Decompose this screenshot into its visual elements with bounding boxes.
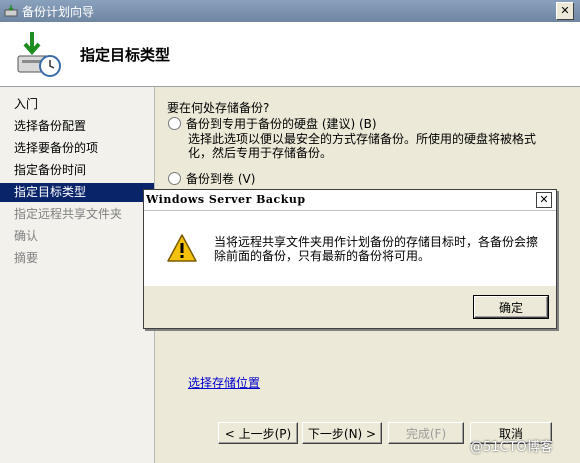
- dedicated-disk-option-label[interactable]: 备份到专用于备份的硬盘 (建议) (B): [186, 115, 377, 132]
- volume-radio[interactable]: [168, 172, 181, 185]
- sidebar-item-destination-type[interactable]: 指定目标类型: [0, 183, 154, 202]
- warning-dialog: Windows Server Backup ✕ 当将远程共享文件夹用作计划备份的…: [143, 189, 557, 329]
- ok-button[interactable]: 确定: [473, 295, 549, 319]
- dedicated-disk-description: 选择此选项以便以最安全的方式存储备份。所使用的硬盘将被格式化，然后专用于存储备份…: [188, 132, 537, 160]
- dedicated-disk-radio[interactable]: [168, 117, 181, 130]
- next-button[interactable]: 下一步(N) >: [302, 422, 382, 444]
- dialog-title: Windows Server Backup: [146, 193, 306, 206]
- sidebar-item-remote-share: 指定远程共享文件夹: [14, 207, 123, 221]
- wizard-step-list: 入门 选择备份配置 选择要备份的项 指定备份时间 指定目标类型 指定远程共享文件…: [0, 87, 155, 463]
- dialog-body: 当将远程共享文件夹用作计划备份的存储目标时，各备份会擦除前面的备份，只有最新的备…: [144, 211, 556, 286]
- finish-button: 完成(F): [388, 422, 464, 444]
- select-storage-location-link[interactable]: 选择存储位置: [188, 374, 260, 391]
- dialog-titlebar[interactable]: Windows Server Backup ✕: [144, 190, 556, 211]
- backup-wizard-icon: [17, 32, 61, 77]
- destination-question: 要在何处存储备份?: [167, 101, 270, 115]
- volume-option-label[interactable]: 备份到卷 (V): [186, 170, 255, 187]
- dialog-message: 当将远程共享文件夹用作计划备份的存储目标时，各备份会擦除前面的备份，只有最新的备…: [214, 235, 539, 263]
- watermark: @51CTO博客: [470, 440, 553, 455]
- warning-icon: [167, 234, 197, 262]
- wizard-header: 指定目标类型: [0, 22, 580, 87]
- sidebar-item-select-items[interactable]: 选择要备份的项: [0, 139, 154, 158]
- window-titlebar[interactable]: 备份计划向导 ✕: [0, 0, 580, 22]
- window-title: 备份计划向导: [22, 5, 95, 19]
- sidebar-item-confirmation: 确认: [14, 229, 39, 243]
- backup-schedule-wizard-window: 备份计划向导 ✕ 指定目标类型 入门 选择备份配置 选择要备份的项 指定备份时间…: [0, 0, 580, 463]
- sidebar-item-backup-config[interactable]: 选择备份配置: [0, 117, 154, 136]
- sidebar-item-backup-time[interactable]: 指定备份时间: [0, 161, 154, 180]
- backup-app-icon: [4, 5, 18, 17]
- sidebar-item-getting-started[interactable]: 入门: [0, 95, 154, 114]
- window-close-button[interactable]: ✕: [556, 2, 574, 20]
- sidebar-item-summary: 摘要: [14, 251, 39, 265]
- wizard-step-title: 指定目标类型: [80, 46, 171, 64]
- previous-button[interactable]: < 上一步(P): [218, 422, 298, 444]
- dialog-close-button[interactable]: ✕: [536, 192, 552, 208]
